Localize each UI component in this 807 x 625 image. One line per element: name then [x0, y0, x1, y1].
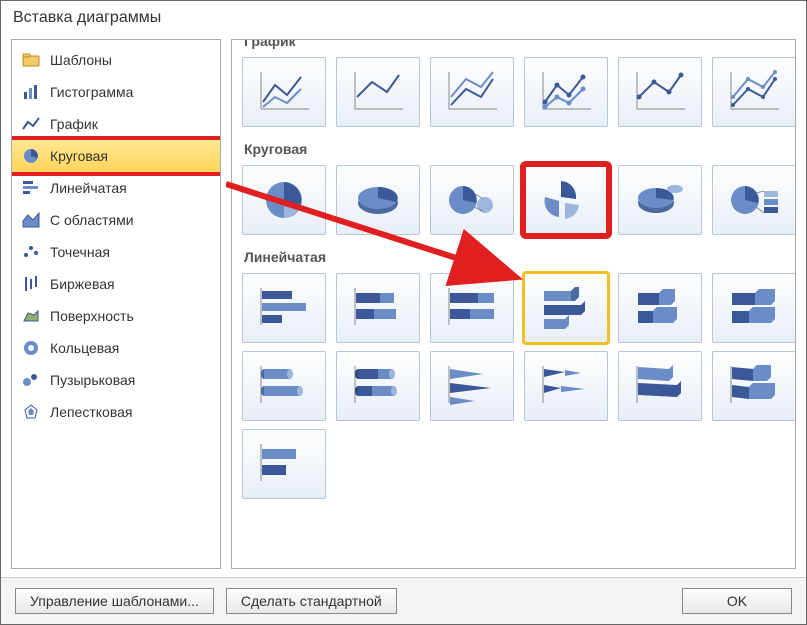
chart-thumb-pie-2[interactable]: [336, 165, 420, 235]
sidebar-item-label: Поверхность: [50, 308, 134, 324]
chart-thumb-bar-8[interactable]: [336, 351, 420, 421]
thumb-row-line: [242, 57, 785, 127]
sidebar-item-label: Круговая: [50, 148, 108, 164]
section-title-line: График: [244, 39, 785, 49]
sidebar-item-label: Лепестковая: [50, 404, 132, 420]
manage-templates-button[interactable]: Управление шаблонами...: [15, 588, 214, 614]
set-default-button[interactable]: Сделать стандартной: [226, 588, 397, 614]
chart-thumb-pie-4[interactable]: [524, 165, 608, 235]
sidebar-item-bubble[interactable]: Пузырьковая: [12, 364, 220, 396]
dialog-title: Вставка диаграммы: [1, 1, 806, 39]
sidebar-item-radar[interactable]: Лепестковая: [12, 396, 220, 428]
chart-thumb-line-3[interactable]: [430, 57, 514, 127]
sidebar-item-bar[interactable]: Линейчатая: [12, 172, 220, 204]
chart-thumb-bar-12[interactable]: [712, 351, 796, 421]
thumb-row-bar-1: [242, 273, 785, 343]
sidebar-item-surface[interactable]: Поверхность: [12, 300, 220, 332]
sidebar-item-stock[interactable]: Биржевая: [12, 268, 220, 300]
sidebar-item-column[interactable]: Гистограмма: [12, 76, 220, 108]
ok-button[interactable]: OK: [682, 588, 792, 614]
chart-thumb-bar-11[interactable]: [618, 351, 702, 421]
chart-thumb-pie-1[interactable]: [242, 165, 326, 235]
hbar-icon: [22, 179, 40, 197]
chart-thumb-pie-5[interactable]: [618, 165, 702, 235]
sidebar-item-scatter[interactable]: Точечная: [12, 236, 220, 268]
chart-thumb-line-1[interactable]: [242, 57, 326, 127]
chart-thumb-bar-7[interactable]: [242, 351, 326, 421]
sidebar-item-templates[interactable]: Шаблоны: [12, 44, 220, 76]
chart-thumb-bar-2[interactable]: [336, 273, 420, 343]
chart-thumb-bar-10[interactable]: [524, 351, 608, 421]
folder-icon: [22, 51, 40, 69]
category-sidebar: Шаблоны Гистограмма График Круговая Лине…: [11, 39, 221, 569]
pie-icon: [22, 147, 40, 165]
insert-chart-dialog: Вставка диаграммы Шаблоны Гистограмма Гр…: [0, 0, 807, 625]
chart-thumb-bar-5[interactable]: [618, 273, 702, 343]
radar-icon: [22, 403, 40, 421]
thumb-row-bar-3: [242, 429, 785, 499]
chart-thumb-line-4[interactable]: [524, 57, 608, 127]
chart-thumb-bar-9[interactable]: [430, 351, 514, 421]
sidebar-item-label: Пузырьковая: [50, 372, 135, 388]
surface-icon: [22, 307, 40, 325]
scatter-icon: [22, 243, 40, 261]
sidebar-item-label: Точечная: [50, 244, 110, 260]
chart-thumb-pie-6[interactable]: [712, 165, 796, 235]
sidebar-item-label: График: [50, 116, 98, 132]
chart-thumb-line-5[interactable]: [618, 57, 702, 127]
chart-thumb-bar-3[interactable]: [430, 273, 514, 343]
chart-thumb-bar-13[interactable]: [242, 429, 326, 499]
thumb-row-pie: [242, 165, 785, 235]
chart-thumb-bar-6[interactable]: [712, 273, 796, 343]
sidebar-item-label: Кольцевая: [50, 340, 119, 356]
sidebar-item-label: С областями: [50, 212, 134, 228]
chart-gallery: График Круговая Линейчатая: [231, 39, 796, 569]
sidebar-item-label: Биржевая: [50, 276, 115, 292]
dialog-footer: Управление шаблонами... Сделать стандарт…: [1, 577, 806, 624]
thumb-row-bar-2: [242, 351, 785, 421]
section-title-bar: Линейчатая: [244, 249, 785, 265]
bubble-icon: [22, 371, 40, 389]
sidebar-item-label: Линейчатая: [50, 180, 127, 196]
sidebar-item-donut[interactable]: Кольцевая: [12, 332, 220, 364]
sidebar-item-label: Гистограмма: [50, 84, 133, 100]
chart-thumb-pie-3[interactable]: [430, 165, 514, 235]
bar-icon: [22, 83, 40, 101]
sidebar-item-label: Шаблоны: [50, 52, 112, 68]
chart-thumb-line-6[interactable]: [712, 57, 796, 127]
sidebar-item-pie[interactable]: Круговая: [11, 136, 221, 176]
chart-thumb-line-2[interactable]: [336, 57, 420, 127]
donut-icon: [22, 339, 40, 357]
chart-thumb-bar-4[interactable]: [524, 273, 608, 343]
line-icon: [22, 115, 40, 133]
dialog-body: Шаблоны Гистограмма График Круговая Лине…: [1, 39, 806, 577]
area-icon: [22, 211, 40, 229]
chart-thumb-bar-1[interactable]: [242, 273, 326, 343]
sidebar-item-area[interactable]: С областями: [12, 204, 220, 236]
stock-icon: [22, 275, 40, 293]
section-title-pie: Круговая: [244, 141, 785, 157]
